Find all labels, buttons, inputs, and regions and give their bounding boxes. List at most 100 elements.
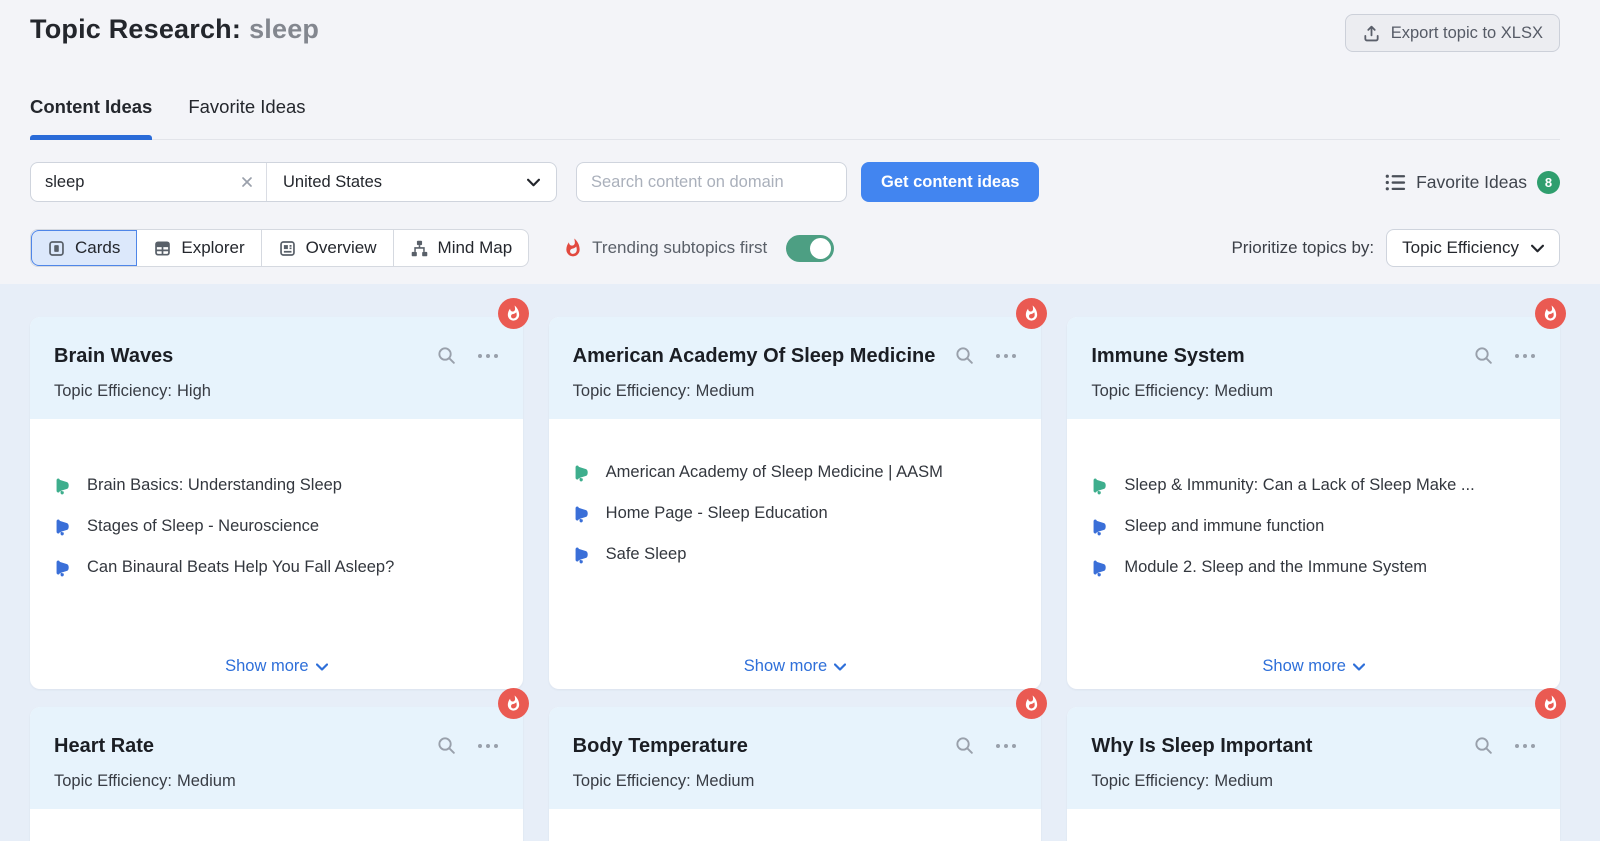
page-title-query: sleep [249, 14, 319, 44]
headline-item[interactable]: American Academy of Sleep Medicine | AAS… [573, 461, 1018, 484]
topic-card-heart-rate: Heart Rate Topic Efficiency:Medium [30, 707, 523, 841]
view-overview-label: Overview [306, 238, 377, 258]
view-explorer-button[interactable]: Explorer [137, 230, 261, 266]
trending-subtopics-control: Trending subtopics first [563, 235, 834, 262]
search-icon[interactable] [1473, 735, 1494, 756]
topic-efficiency-label: Topic Efficiency: [1091, 772, 1209, 790]
more-options-icon[interactable] [477, 353, 499, 359]
search-icon[interactable] [436, 735, 457, 756]
mind-map-view-icon [410, 239, 429, 258]
show-more-link[interactable]: Show more [225, 657, 327, 676]
view-cards-label: Cards [75, 238, 120, 258]
view-overview-button[interactable]: Overview [262, 230, 394, 266]
headline-item[interactable]: Can Binaural Beats Help You Fall Asleep? [54, 556, 499, 579]
headline-item[interactable]: Stages of Sleep - Neuroscience [54, 515, 499, 538]
show-more-link[interactable]: Show more [744, 657, 846, 676]
prioritize-value: Topic Efficiency [1402, 238, 1519, 258]
card-title: Heart Rate [54, 732, 436, 761]
topic-research-page: Topic Research: sleep Export topic to XLS… [0, 0, 1600, 841]
headline-text: Can Binaural Beats Help You Fall Asleep? [87, 556, 394, 579]
page-header: Topic Research: sleep Export topic to XLS… [0, 0, 1600, 267]
cards-section: Brain Waves Topic Efficiency:High [0, 284, 1600, 841]
chevron-down-icon [527, 178, 540, 187]
get-content-ideas-button[interactable]: Get content ideas [861, 162, 1039, 202]
cards-view-icon [47, 239, 66, 258]
region-select[interactable]: United States [267, 163, 556, 201]
trending-subtopics-label: Trending subtopics first [592, 238, 767, 258]
toolbar-row: Cards Explorer Ove [30, 229, 1560, 267]
more-options-icon[interactable] [1514, 743, 1536, 749]
favorite-ideas-label: Favorite Ideas [1416, 172, 1527, 193]
search-icon[interactable] [954, 735, 975, 756]
overview-view-icon [278, 239, 297, 258]
megaphone-icon [54, 517, 73, 536]
chevron-down-icon [1353, 663, 1365, 671]
topic-query-input[interactable] [45, 173, 240, 192]
domain-search-input[interactable] [576, 162, 847, 202]
tabs: Content Ideas Favorite Ideas [30, 96, 1560, 140]
headline-text: Brain Basics: Understanding Sleep [87, 474, 342, 497]
more-options-icon[interactable] [1514, 353, 1536, 359]
view-mind-map-label: Mind Map [438, 238, 513, 258]
trending-badge-icon [1016, 688, 1047, 719]
search-icon[interactable] [954, 345, 975, 366]
topic-card-body-temperature: Body Temperature Topic Efficiency:Medium [549, 707, 1042, 841]
trending-badge-icon [498, 688, 529, 719]
headline-item[interactable]: Safe Sleep [573, 543, 1018, 566]
card-title: Immune System [1091, 342, 1473, 371]
more-options-icon[interactable] [995, 743, 1017, 749]
topic-card-why-is-sleep-important: Why Is Sleep Important Topic Efficiency:… [1067, 707, 1560, 841]
search-icon[interactable] [1473, 345, 1494, 366]
view-switcher: Cards Explorer Ove [30, 229, 529, 267]
search-icon[interactable] [436, 345, 457, 366]
megaphone-icon [1091, 517, 1110, 536]
tab-favorite-ideas[interactable]: Favorite Ideas [188, 96, 305, 139]
megaphone-icon [1091, 558, 1110, 577]
export-topic-label: Export topic to XLSX [1391, 24, 1543, 43]
trending-badge-icon [1535, 688, 1566, 719]
headline-text: Module 2. Sleep and the Immune System [1124, 556, 1427, 579]
headline-item[interactable]: Sleep & Immunity: Can a Lack of Sleep Ma… [1091, 474, 1536, 497]
topic-efficiency: Topic Efficiency:Medium [1091, 382, 1536, 401]
megaphone-icon [573, 504, 592, 523]
tab-content-ideas[interactable]: Content Ideas [30, 96, 152, 139]
page-title-label: Topic Research: [30, 14, 241, 44]
close-icon[interactable] [240, 175, 254, 189]
topic-efficiency: Topic Efficiency:High [54, 382, 499, 401]
view-cards-button[interactable]: Cards [31, 230, 137, 266]
headline-text: Sleep and immune function [1124, 515, 1324, 538]
headline-item[interactable]: Sleep and immune function [1091, 515, 1536, 538]
headline-text: Sleep & Immunity: Can a Lack of Sleep Ma… [1124, 474, 1474, 497]
show-more-label: Show more [225, 657, 308, 676]
more-options-icon[interactable] [995, 353, 1017, 359]
more-options-icon[interactable] [477, 743, 499, 749]
show-more-link[interactable]: Show more [1262, 657, 1364, 676]
view-explorer-label: Explorer [181, 238, 244, 258]
show-more-label: Show more [1262, 657, 1345, 676]
topic-efficiency-label: Topic Efficiency: [1091, 382, 1209, 400]
page-title: Topic Research: sleep [30, 14, 319, 45]
headline-text: Stages of Sleep - Neuroscience [87, 515, 319, 538]
list-icon [1385, 173, 1406, 192]
trending-toggle[interactable] [786, 235, 834, 262]
megaphone-icon [1091, 476, 1110, 495]
filter-row: United States Get content ideas Favorite… [30, 162, 1560, 202]
favorite-ideas-counter[interactable]: Favorite Ideas 8 [1385, 171, 1560, 194]
chevron-down-icon [1531, 244, 1544, 253]
headline-item[interactable]: Brain Basics: Understanding Sleep [54, 474, 499, 497]
topic-efficiency-value: Medium [696, 772, 755, 790]
prioritize-select[interactable]: Topic Efficiency [1386, 229, 1560, 267]
chevron-down-icon [316, 663, 328, 671]
export-topic-button[interactable]: Export topic to XLSX [1345, 14, 1560, 52]
topic-card-brain-waves: Brain Waves Topic Efficiency:High [30, 317, 523, 689]
topic-efficiency-label: Topic Efficiency: [573, 772, 691, 790]
region-value: United States [283, 173, 382, 192]
headline-item[interactable]: Home Page - Sleep Education [573, 502, 1018, 525]
topic-efficiency-label: Topic Efficiency: [573, 382, 691, 400]
headline-text: Home Page - Sleep Education [606, 502, 828, 525]
topic-efficiency-value: Medium [177, 772, 236, 790]
topic-query-group: United States [30, 162, 557, 202]
headline-item[interactable]: Module 2. Sleep and the Immune System [1091, 556, 1536, 579]
view-mind-map-button[interactable]: Mind Map [394, 230, 529, 266]
prioritize-control: Prioritize topics by: Topic Efficiency [1231, 229, 1560, 267]
